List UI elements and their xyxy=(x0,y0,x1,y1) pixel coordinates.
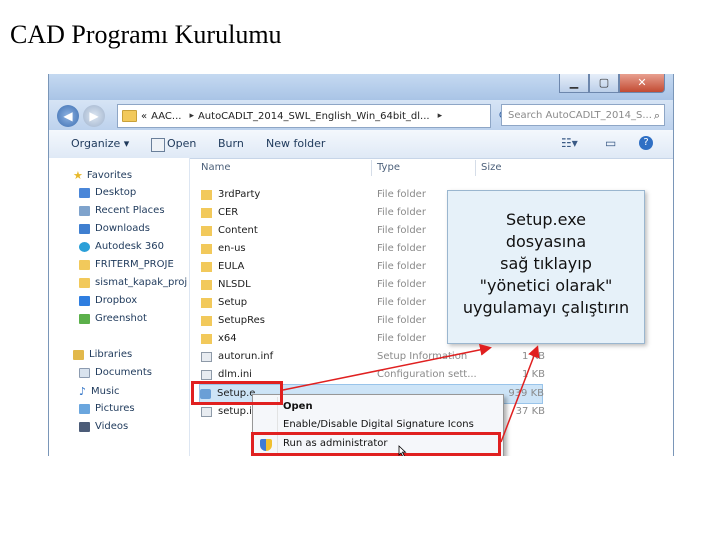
annotation-arrows xyxy=(282,343,540,456)
arrow-to-callout xyxy=(500,345,540,443)
explorer-screenshot: ▁ ▢ ✕ ◀ ▶ « AAC... ▸ AutoCADLT_2014_SWL_… xyxy=(48,74,674,456)
slide-title: CAD Programı Kurulumu xyxy=(10,20,282,49)
arrow-to-callout xyxy=(282,343,492,391)
mouse-cursor-icon xyxy=(398,445,407,456)
